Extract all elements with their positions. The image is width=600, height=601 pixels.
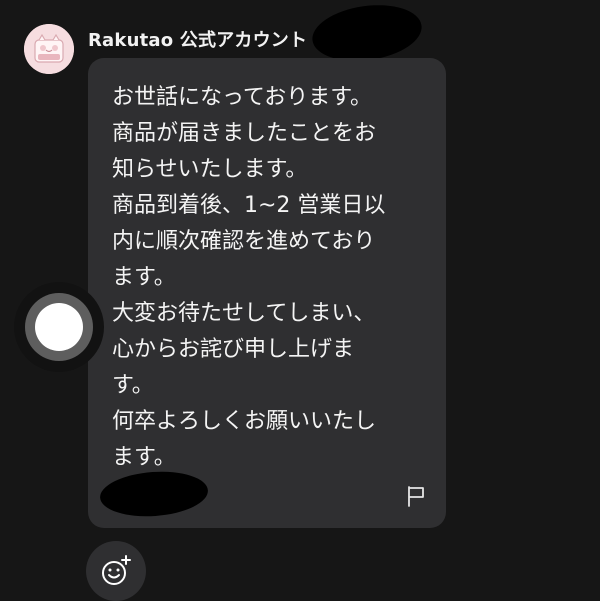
message-bubble[interactable]: お世話になっております。 商品が届きましたことをお 知らせいたします。 商品到着… <box>88 58 446 528</box>
message-text: お世話になっております。 商品が届きましたことをお 知らせいたします。 商品到着… <box>112 85 386 470</box>
add-reaction-button[interactable] <box>86 541 146 601</box>
redaction-mark <box>98 468 210 520</box>
avatar-logo-icon <box>24 24 74 74</box>
assistive-touch-button[interactable] <box>14 282 104 372</box>
add-reaction-icon <box>102 555 131 585</box>
assistive-touch-icon <box>35 303 83 351</box>
sender-name[interactable]: Rakutao 公式アカウント <box>88 26 307 52</box>
sender-avatar[interactable] <box>24 24 74 74</box>
flag-icon[interactable] <box>404 484 428 508</box>
